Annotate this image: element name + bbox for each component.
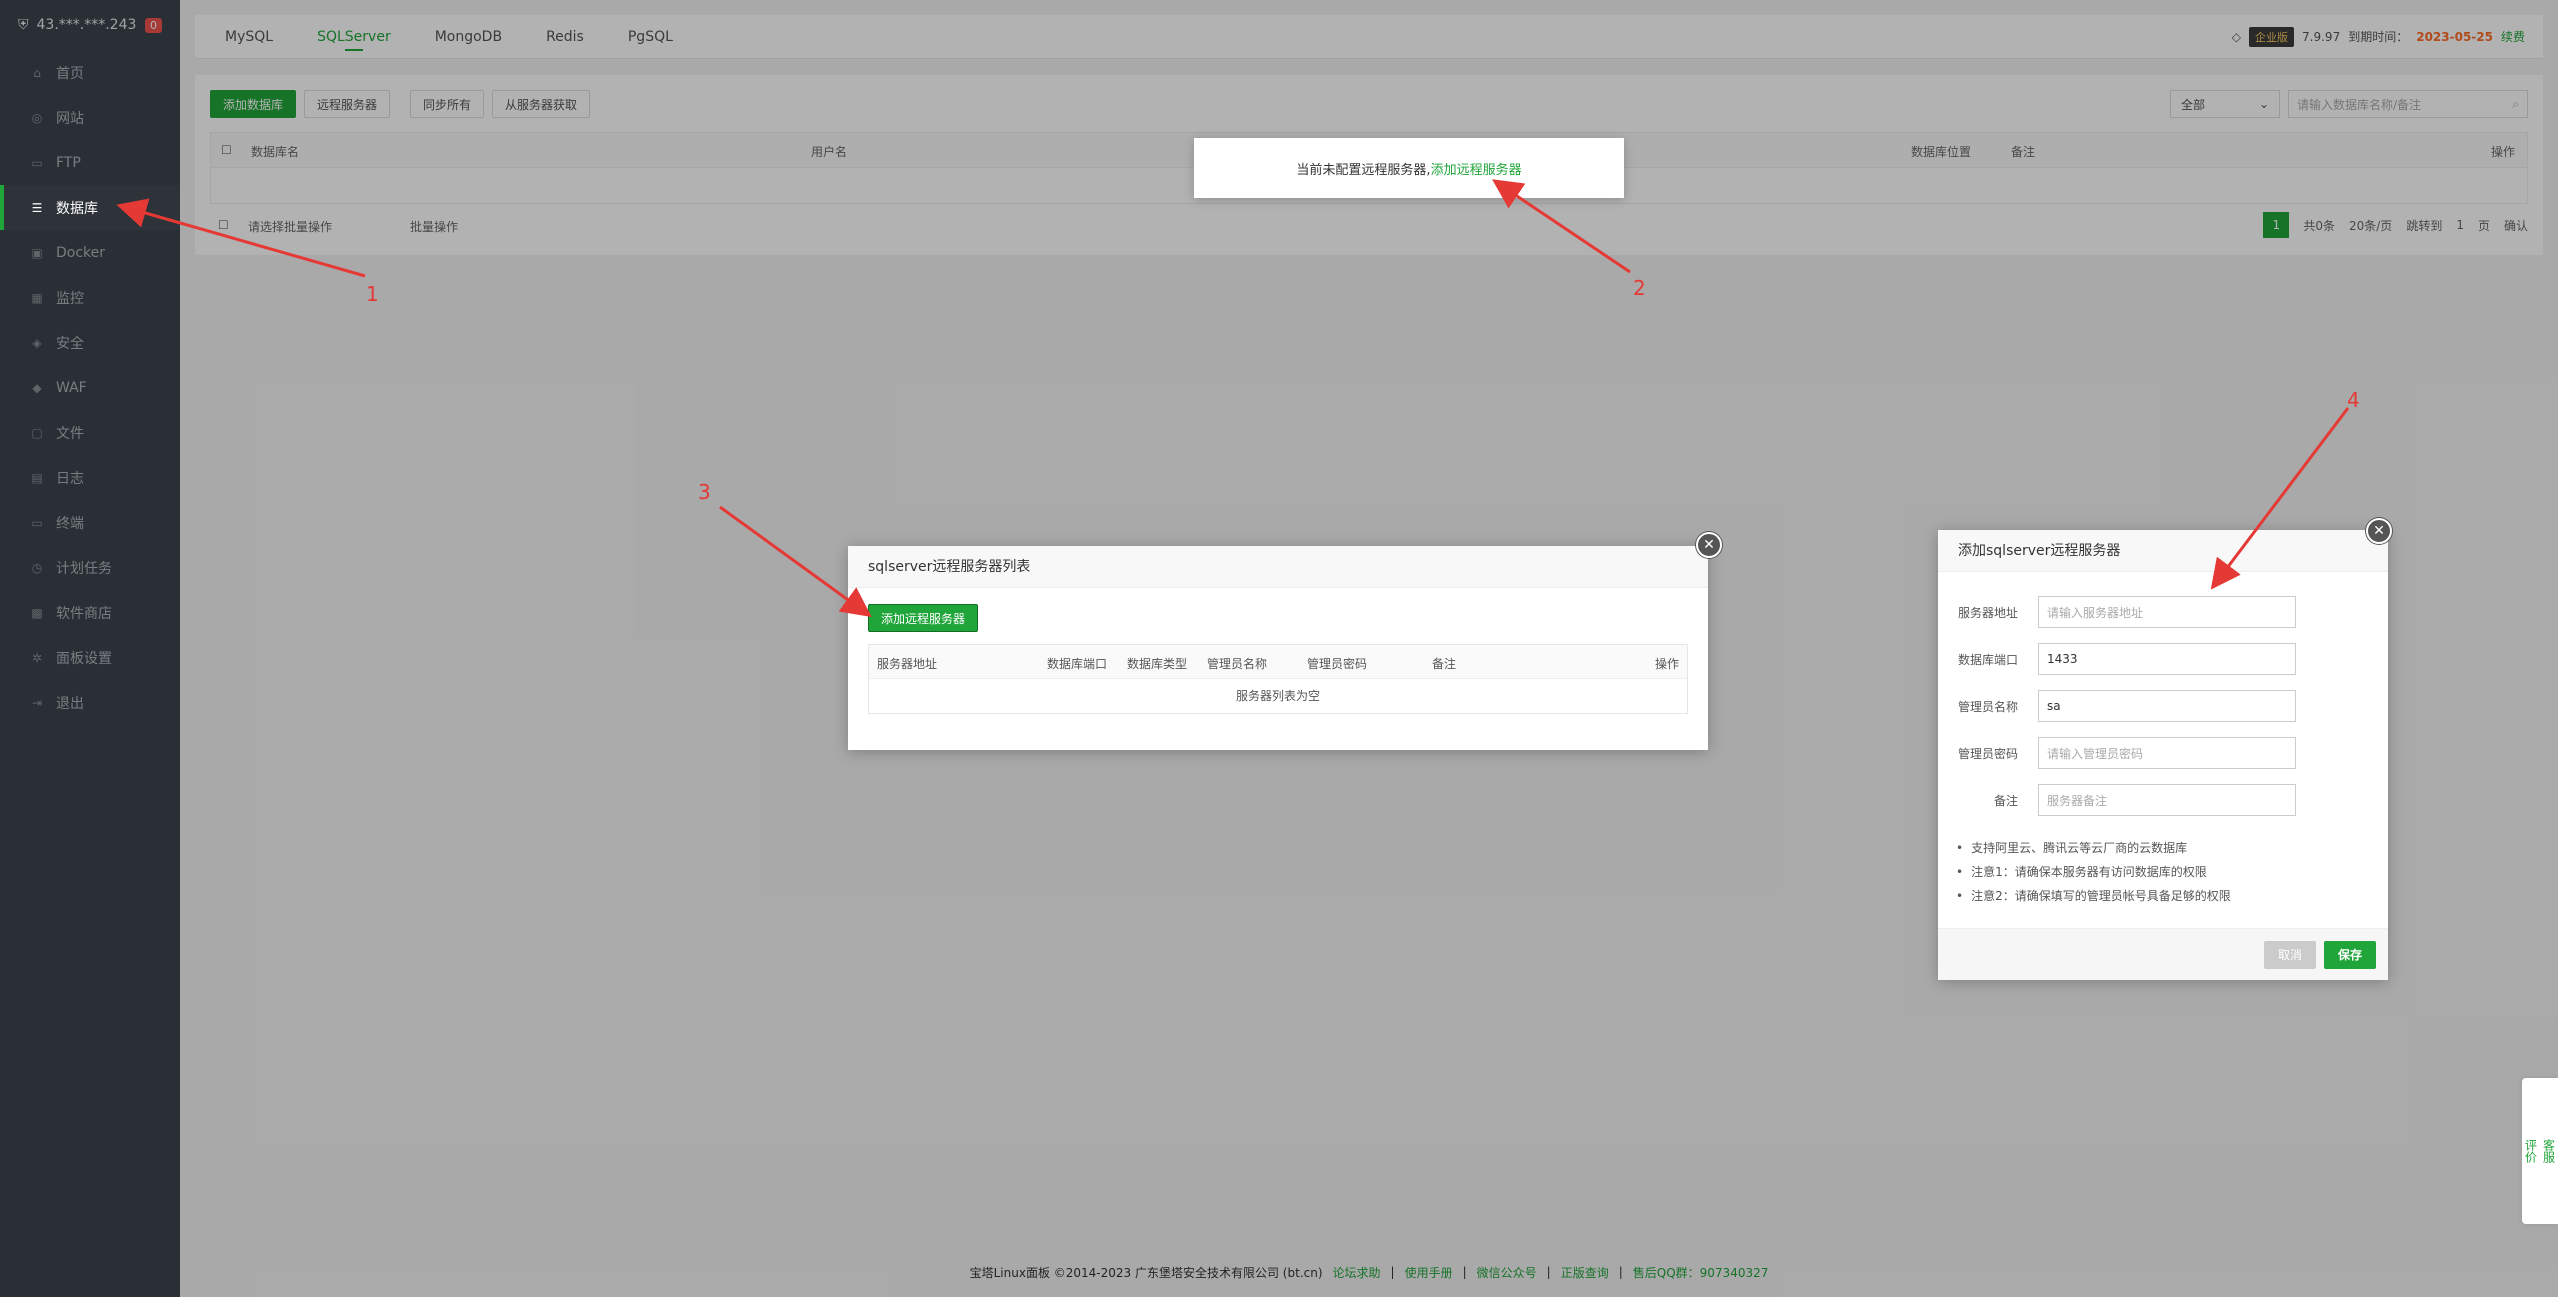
server-address-input[interactable]: 请输入服务器地址 [2038,596,2296,628]
tip-item: 注意1：请确保本服务器有访问数据库的权限 [1956,860,2231,884]
tips-list: 支持阿里云、腾讯云等云厂商的云数据库 注意1：请确保本服务器有访问数据库的权限 … [1956,836,2231,908]
col-note: 备注 [1432,657,1457,671]
database-icon: ☰ [31,200,43,215]
tip-item: 注意2：请确保填写的管理员帐号具备足够的权限 [1956,884,2231,908]
col-server-address: 服务器地址 [877,657,938,671]
add-dialog-title: 添加sqlserver远程服务器 [1938,530,2388,572]
col-ops: 操作 [1654,657,1679,671]
sidebar-item-label: 数据库 [56,200,98,217]
note-input[interactable]: 服务器备注 [2038,784,2296,816]
annotation-label: 4 [2347,388,2360,412]
customer-service-button[interactable]: 客服 [2541,1139,2558,1163]
server-table-header: 服务器地址 数据库端口 数据库类型 管理员名称 管理员密码 备注 操作 [869,645,1687,679]
admin-password-input[interactable]: 请输入管理员密码 [2038,737,2296,769]
address-label: 服务器地址 [1957,605,2018,620]
sidebar-item-database-highlight[interactable]: ☰ 数据库 [0,185,180,230]
password-label: 管理员密码 [1957,746,2018,761]
form-row-address: 服务器地址 请输入服务器地址 [1938,596,2388,628]
port-label: 数据库端口 [1957,652,2018,667]
col-admin-name: 管理员名称 [1207,657,1268,671]
annotation-label: 3 [698,480,711,504]
note-label: 备注 [1993,793,2018,808]
add-remote-server-button[interactable]: 添加远程服务器 [868,604,979,632]
hint-text: 当前未配置远程服务器, [1296,162,1431,178]
server-table: 服务器地址 数据库端口 数据库类型 管理员名称 管理员密码 备注 操作 服务器列… [868,644,1688,714]
form-row-port: 数据库端口 1433 [1938,643,2388,675]
col-db-port: 数据库端口 [1047,657,1108,671]
save-button[interactable]: 保存 [2323,940,2376,969]
form-row-password: 管理员密码 请输入管理员密码 [1938,737,2388,769]
annotation-label: 2 [1633,276,1646,300]
form-row-note: 备注 服务器备注 [1938,784,2388,816]
server-list-title: sqlserver远程服务器列表 [848,546,1708,588]
close-icon[interactable]: ✕ [2366,518,2392,544]
db-port-input[interactable]: 1433 [2038,643,2296,675]
close-icon[interactable]: ✕ [1696,532,1722,558]
add-remote-server-dialog: 添加sqlserver远程服务器 ✕ 服务器地址 请输入服务器地址 数据库端口 … [1938,518,2392,980]
server-list-body: 添加远程服务器 服务器地址 数据库端口 数据库类型 管理员名称 管理员密码 备注… [848,588,1708,730]
side-float-panel: 客服 评价 [2522,1078,2558,1224]
feedback-button[interactable]: 评价 [2523,1139,2540,1163]
annotation-label: 1 [366,282,379,306]
remote-server-hint: 当前未配置远程服务器, 添加远程服务器 [1194,138,1624,198]
cancel-button[interactable]: 取消 [2263,940,2316,969]
col-db-type: 数据库类型 [1127,657,1188,671]
add-dialog-footer: 取消 保存 [1938,928,2388,980]
tip-item: 支持阿里云、腾讯云等云厂商的云数据库 [1956,836,2231,860]
server-list-dialog: sqlserver远程服务器列表 ✕ 添加远程服务器 服务器地址 数据库端口 数… [848,532,1722,750]
form-row-admin: 管理员名称 sa [1938,690,2388,722]
hint-add-remote-link[interactable]: 添加远程服务器 [1431,159,1522,178]
admin-label: 管理员名称 [1957,699,2018,714]
col-admin-password: 管理员密码 [1307,657,1368,671]
server-list-empty: 服务器列表为空 [1235,689,1320,703]
admin-name-input[interactable]: sa [2038,690,2296,722]
